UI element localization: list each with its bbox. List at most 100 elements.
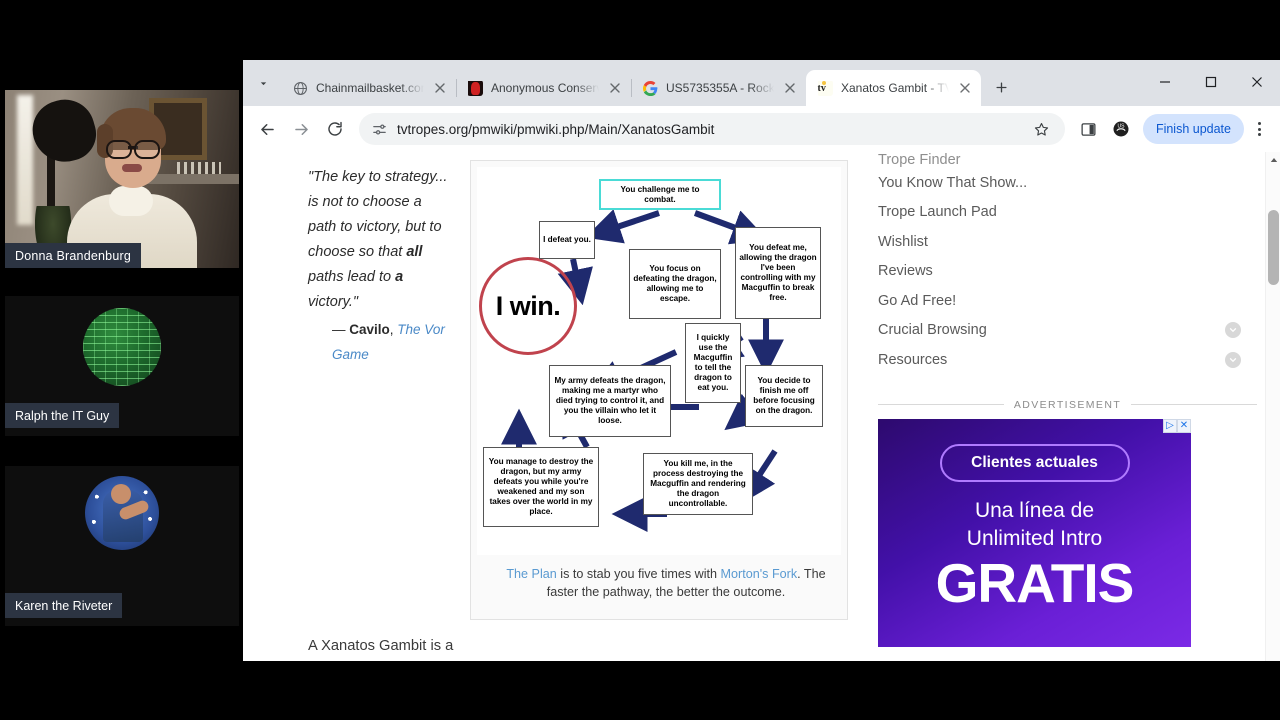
rosie-riveter-avatar-icon: [85, 476, 159, 550]
webcam-scene: [5, 90, 239, 268]
sidebar-item-label: Trope Finder: [878, 152, 961, 168]
browser-menu-icon[interactable]: [1246, 114, 1272, 144]
sidebar-column: Trope Finder You Know That Show... Trope…: [868, 152, 1265, 661]
node-finish-me-off: You decide to finish me off before focus…: [745, 365, 823, 427]
the-plan-link[interactable]: The Plan: [506, 567, 556, 581]
close-icon[interactable]: [957, 80, 973, 96]
side-panel-icon[interactable]: [1075, 115, 1103, 143]
ad-line-2: Unlimited Intro: [966, 526, 1103, 550]
caption-mid: is to stab you five times with: [556, 567, 721, 581]
tab-title: Chainmailbasket.com: [316, 81, 424, 95]
scroll-up-arrow-icon[interactable]: [1266, 152, 1280, 167]
pull-quote: "The key to strategy... is not to choose…: [308, 160, 452, 620]
node-defeat-you: I defeat you.: [539, 221, 595, 259]
red-square-icon: [467, 80, 483, 96]
svg-text:US: US: [1117, 123, 1125, 129]
finish-update-button[interactable]: Finish update: [1142, 114, 1244, 144]
screen: Donna Brandenburg Ralph the IT Guy Karen…: [0, 0, 1280, 720]
reload-icon[interactable]: [319, 113, 351, 145]
browser-window: Chainmailbasket.com Anonymous Conserv US…: [243, 60, 1280, 661]
close-icon[interactable]: [607, 80, 623, 96]
sidebar-item-label: Crucial Browsing: [878, 322, 987, 339]
advertisement-banner[interactable]: ▷ ✕ Clientes actuales Una línea de Unlim…: [878, 418, 1191, 647]
node-start: You challenge me to combat.: [599, 179, 721, 210]
article-paragraph-narrow: A Xanatos Gambit is a plan for which all…: [308, 620, 458, 661]
close-icon[interactable]: [432, 80, 448, 96]
ad-headline-gratis: GRATIS: [935, 551, 1135, 614]
participant-video-donna[interactable]: [5, 90, 239, 268]
window-controls: [1142, 60, 1280, 104]
sidebar-item-label: Wishlist: [878, 233, 928, 250]
ad-pill-label: Clientes actuales: [939, 443, 1130, 482]
sidebar-item-label: Resources: [878, 351, 948, 368]
sidebar-item-trope-launch-pad[interactable]: Trope Launch Pad: [878, 198, 1241, 228]
circuit-board-avatar-icon: [83, 308, 161, 386]
tab-title: Anonymous Conserv: [491, 81, 599, 95]
sidebar-item-crucial-browsing[interactable]: Crucial Browsing: [878, 316, 1241, 346]
sidebar-item-wishlist[interactable]: Wishlist: [878, 227, 1241, 257]
sidebar-item-resources[interactable]: Resources: [878, 345, 1241, 375]
sidebar-menu: Trope Finder You Know That Show... Trope…: [868, 152, 1265, 375]
sidebar-item-label: Go Ad Free!: [878, 292, 957, 309]
close-window-button[interactable]: [1234, 60, 1280, 104]
minimize-button[interactable]: [1142, 60, 1188, 104]
ad-badges: ▷ ✕: [1163, 418, 1191, 433]
attr-dash: —: [332, 322, 350, 337]
sidebar-item-go-ad-free[interactable]: Go Ad Free!: [878, 286, 1241, 316]
page-scrollbar[interactable]: [1265, 152, 1280, 661]
tvtropes-icon: tv: [817, 80, 833, 96]
tab-anonymous-conservative[interactable]: Anonymous Conserv: [456, 70, 632, 106]
flowchart-diagram: I win. You challenge me to combat. I def…: [477, 167, 841, 555]
ad-close-icon[interactable]: ✕: [1177, 418, 1191, 433]
site-settings-tune-icon[interactable]: [371, 121, 388, 138]
scrollbar-thumb[interactable]: [1268, 210, 1279, 285]
participant-tile-karen[interactable]: Karen the Riveter: [5, 466, 239, 626]
node-army-martyr: My army defeats the dragon, making me a …: [549, 365, 671, 437]
adchoices-icon[interactable]: ▷: [1163, 418, 1177, 433]
tab-strip: Chainmailbasket.com Anonymous Conserv US…: [243, 60, 1280, 106]
divider-left: [878, 404, 1004, 405]
sidebar-item-label: You Know That Show...: [878, 174, 1028, 191]
address-bar[interactable]: tvtropes.org/pmwiki/pmwiki.php/Main/Xana…: [359, 113, 1065, 145]
extension-icon[interactable]: US: [1107, 115, 1135, 143]
close-icon[interactable]: [782, 80, 798, 96]
participant-tile-ralph[interactable]: Ralph the IT Guy: [5, 296, 239, 436]
tab-us-patent[interactable]: US5735355A - Rock: [631, 70, 806, 106]
tab-title: Xanatos Gambit - TV: [841, 81, 949, 95]
sidebar-item-trope-finder[interactable]: Trope Finder: [878, 152, 1241, 168]
chevron-down-icon[interactable]: [1225, 351, 1241, 368]
xanatos-gambit-figure: I win. You challenge me to combat. I def…: [470, 160, 848, 620]
tab-xanatos-gambit[interactable]: tv Xanatos Gambit - TV: [806, 70, 981, 106]
sidebar-item-reviews[interactable]: Reviews: [878, 257, 1241, 287]
advertisement-label: ADVERTISEMENT: [1013, 398, 1122, 411]
tab-chainmailbasket[interactable]: Chainmailbasket.com: [281, 70, 457, 106]
sidebar-item-you-know-that-show[interactable]: You Know That Show...: [878, 168, 1241, 198]
quote-emph-a: a: [395, 269, 404, 285]
back-arrow-icon[interactable]: [251, 113, 283, 145]
quote-text-part3: victory.": [308, 294, 358, 310]
tab-search-chevron-icon[interactable]: [249, 69, 277, 97]
page-viewport: "The key to strategy... is not to choose…: [243, 152, 1280, 661]
star-icon[interactable]: [1027, 114, 1057, 144]
sidebar-item-label: Reviews: [878, 263, 933, 280]
globe-icon: [292, 80, 308, 96]
quote-emph-all: all: [406, 244, 423, 260]
forward-arrow-icon[interactable]: [285, 113, 317, 145]
chevron-down-icon[interactable]: [1225, 322, 1241, 339]
maximize-button[interactable]: [1188, 60, 1234, 104]
mortons-fork-link[interactable]: Morton's Fork: [721, 567, 798, 581]
tab-title: US5735355A - Rock: [666, 81, 774, 95]
quote-text-part1: "The key to strategy... is not to choose…: [308, 169, 448, 260]
divider-right: [1131, 404, 1257, 405]
node-son-takes-over: You manage to destroy the dragon, but my…: [483, 447, 599, 527]
figure-caption: The Plan is to stab you five times with …: [477, 555, 855, 613]
url-text[interactable]: tvtropes.org/pmwiki/pmwiki.php/Main/Xana…: [397, 122, 1018, 137]
node-macguffin-eat: I quickly use the Macguffin to tell the …: [685, 323, 741, 403]
sidebar-item-label: Trope Launch Pad: [878, 204, 997, 221]
google-icon: [642, 80, 658, 96]
participant-name-tag: Karen the Riveter: [5, 593, 123, 618]
quote-attribution: — Cavilo, The Vor Game: [308, 317, 452, 367]
center-node-label: I win.: [495, 290, 561, 321]
new-tab-button[interactable]: [987, 73, 1015, 101]
advertisement-label-row: ADVERTISEMENT: [878, 399, 1257, 411]
